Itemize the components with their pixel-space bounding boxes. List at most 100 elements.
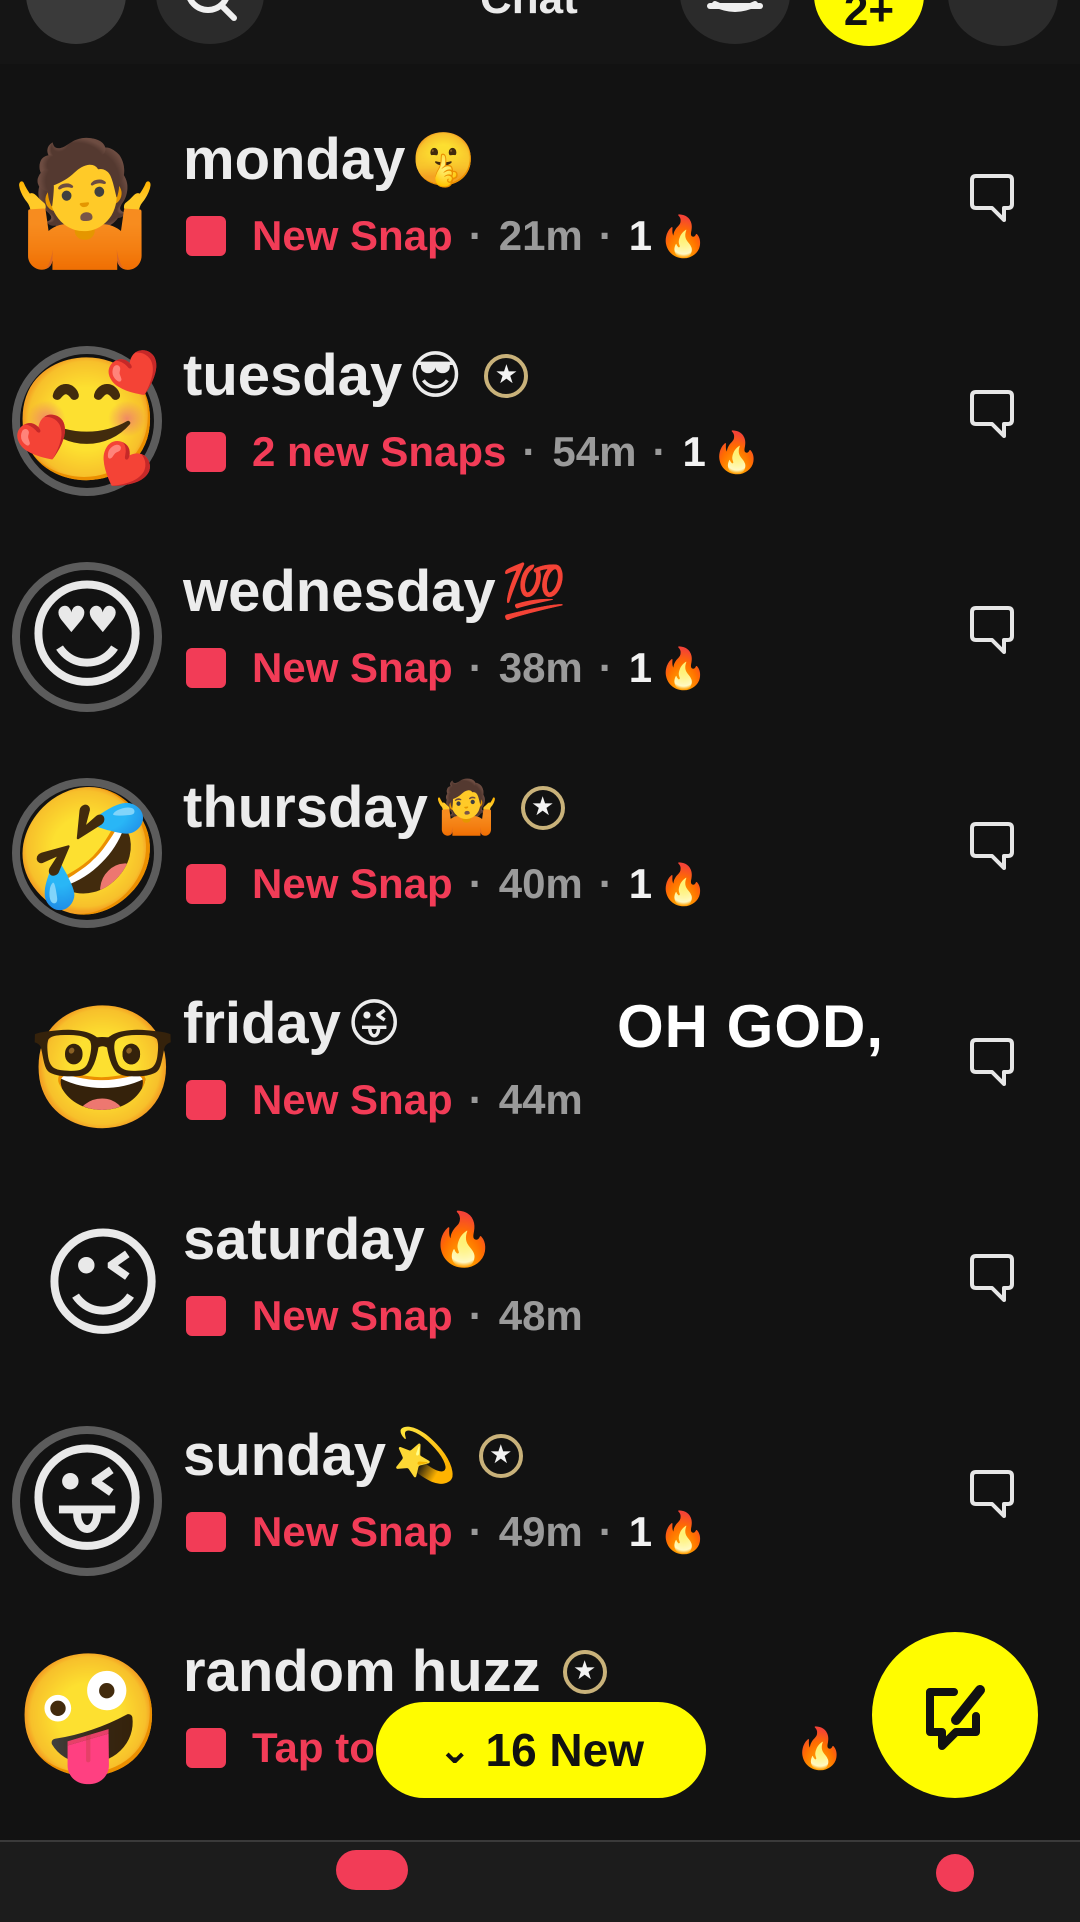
chat-name: random huzz <box>183 1638 607 1705</box>
chat-row[interactable]: 🤣 thursday🤷 New Snap · 40m · 1🔥 <box>0 746 1080 962</box>
avatar[interactable]: 😜 <box>12 1426 162 1576</box>
chat-status: New Snap · 21m · 1 🔥 <box>186 212 708 260</box>
compose-icon <box>926 1685 985 1750</box>
chat-name-text: thursday <box>183 775 428 840</box>
chat-bubble-icon[interactable] <box>966 1036 1018 1088</box>
chat-status: 2 new Snaps · 54m · 1 🔥 <box>186 428 762 476</box>
bell-icon <box>707 1 763 12</box>
star-badge-icon <box>478 1433 523 1478</box>
snap-status-text: 2 new Snaps <box>252 428 507 475</box>
snap-status-text: New Snap <box>252 1076 453 1123</box>
name-emoji: 😎 <box>408 345 463 406</box>
snap-status-text: New Snap <box>252 860 453 907</box>
chat-name-text: sunday <box>183 1423 387 1488</box>
avatar[interactable]: 🤣 <box>12 778 162 928</box>
avatar[interactable]: 😉 <box>28 1210 178 1360</box>
overlay-text: OH GOD, <box>617 993 885 1060</box>
separator-dot: · <box>598 644 613 691</box>
chat-row[interactable]: 😍 wednesday 💯 New Snap · 38m · 1 🔥 <box>0 530 1080 746</box>
search-icon <box>187 0 237 21</box>
time-ago: 54m <box>552 428 637 475</box>
profile-avatar[interactable] <box>26 0 126 44</box>
streak-count: 1 <box>628 1508 653 1555</box>
chat-bubble-icon[interactable] <box>966 1252 1018 1304</box>
snap-indicator-icon <box>186 648 226 688</box>
snap-status-text: New Snap <box>252 1508 453 1555</box>
chat-name: sunday 💫 <box>183 1422 523 1489</box>
separator-dot: · <box>652 428 667 475</box>
streak-count: 1 <box>628 860 653 907</box>
separator-dot: · <box>468 860 483 907</box>
avatar[interactable]: 🥰 <box>12 346 162 496</box>
streak-count: 1 <box>628 644 653 691</box>
snap-status-text: New Snap <box>252 212 453 259</box>
chat-status: New Snap · 44m <box>186 1076 583 1124</box>
chat-row[interactable]: 😉 saturday 🔥 New Snap · 48m <box>0 1178 1080 1394</box>
time-ago: 49m <box>498 1508 583 1555</box>
fire-icon: 🔥 <box>658 645 708 692</box>
fire-icon: 🔥 <box>658 861 708 908</box>
name-emoji: 💯 <box>501 562 567 622</box>
separator-dot: · <box>468 1508 483 1555</box>
separator-dot: · <box>468 1076 483 1123</box>
bottom-nav <box>0 1840 1080 1922</box>
avatar[interactable]: 🤷 <box>10 130 160 280</box>
snap-status-text: New Snap <box>252 644 453 691</box>
separator-dot: · <box>522 428 537 475</box>
avatar[interactable]: 🤓 <box>28 994 178 1144</box>
name-emoji: 🤷 <box>433 778 499 838</box>
chat-status: New Snap · 40m · 1 🔥 <box>186 860 708 908</box>
chat-badge <box>336 1850 408 1890</box>
avatar[interactable]: 🤪 <box>14 1642 164 1792</box>
chat-name-text: friday <box>183 991 341 1056</box>
star-badge-icon <box>562 1649 607 1694</box>
snap-indicator-icon <box>186 1728 226 1768</box>
snap-indicator-icon <box>186 1512 226 1552</box>
avatar[interactable]: 😍 <box>12 562 162 712</box>
chat-status: New Snap · 49m · 1 🔥 <box>186 1508 708 1556</box>
chevron-down-icon: ⌄ <box>437 1727 472 1773</box>
add-friend-label: 2+ <box>843 0 895 35</box>
chat-status: New Snap · 48m <box>186 1292 583 1340</box>
fire-icon: 🔥 <box>658 1509 708 1556</box>
snap-indicator-icon <box>186 864 226 904</box>
chat-bubble-icon[interactable] <box>966 388 1018 440</box>
chat-row[interactable]: 😜 sunday💫 New Snap · 49m · 1🔥 <box>0 1394 1080 1610</box>
streak-count: 1 <box>682 428 706 475</box>
name-emoji: 🤫 <box>411 130 477 190</box>
chat-name: wednesday 💯 <box>183 558 566 625</box>
streak-count: 1 <box>628 212 653 259</box>
chat-bubble-icon[interactable] <box>966 604 1018 656</box>
snap-status-text: Tap to <box>252 1724 375 1771</box>
chat-name: saturday 🔥 <box>183 1206 496 1273</box>
separator-dot: · <box>468 212 483 259</box>
more-button[interactable] <box>948 0 1058 46</box>
name-emoji: 🔥 <box>430 1210 496 1270</box>
separator-dot: · <box>598 860 613 907</box>
star-badge-icon <box>520 785 565 830</box>
chat-row[interactable]: 🤓 friday 😜 New Snap · 44m <box>0 962 1080 1178</box>
search-button[interactable] <box>156 0 264 44</box>
chat-row[interactable]: 🥰 tuesday😎 2 new Snaps · 54m · 1🔥 <box>0 314 1080 530</box>
chat-row[interactable]: 🤷 monday 🤫 New Snap · 21m · 1 🔥 <box>0 98 1080 314</box>
new-messages-pill[interactable]: ⌄ 16 New <box>376 1702 706 1798</box>
snap-status-text: New Snap <box>252 1292 453 1339</box>
chat-name-text: saturday <box>183 1207 425 1272</box>
separator-dot: · <box>468 1292 483 1339</box>
chat-bubble-icon[interactable] <box>966 820 1018 872</box>
name-emoji: 😜 <box>346 993 402 1054</box>
time-ago: 21m <box>498 212 583 259</box>
chat-name-text: tuesday <box>183 343 403 408</box>
chat-name-text: wednesday <box>183 559 496 624</box>
star-badge-icon <box>484 353 529 398</box>
chat-bubble-icon[interactable] <box>966 172 1018 224</box>
chat-name-text: random huzz <box>183 1639 541 1704</box>
snap-indicator-icon <box>186 432 226 472</box>
new-chat-button[interactable] <box>872 1632 1038 1798</box>
add-friend-button[interactable]: 2+ <box>814 0 924 46</box>
fire-icon: 🔥 <box>711 429 762 476</box>
notifications-button[interactable] <box>680 0 790 44</box>
chat-status: New Snap · 38m · 1 🔥 <box>186 644 708 692</box>
chat-bubble-icon[interactable] <box>966 1468 1018 1520</box>
snap-indicator-icon <box>186 1080 226 1120</box>
